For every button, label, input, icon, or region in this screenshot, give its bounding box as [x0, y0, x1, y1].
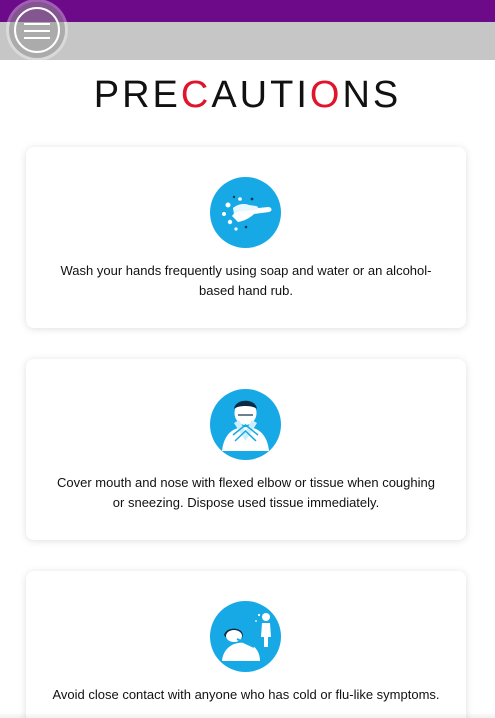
- precaution-card: Cover mouth and nose with flexed elbow o…: [26, 359, 466, 540]
- menu-line: [24, 37, 50, 39]
- title-part-red: C: [180, 74, 212, 116]
- cover-sneeze-icon: [210, 389, 281, 460]
- menu-line: [24, 23, 50, 25]
- precaution-text: Cover mouth and nose with flexed elbow o…: [57, 475, 435, 510]
- hand-washing-icon: [210, 177, 281, 248]
- precautions-page: PRECAUTIONS Wash your hands frequently u…: [0, 0, 495, 718]
- avoid-contact-icon: [210, 601, 281, 672]
- menu-button[interactable]: [9, 2, 65, 58]
- sub-bar: [0, 22, 495, 60]
- menu-line: [24, 30, 50, 32]
- precaution-text: Avoid close contact with anyone who has …: [52, 687, 440, 702]
- precaution-text: Wash your hands frequently using soap an…: [60, 263, 432, 298]
- precaution-card: Wash your hands frequently using soap an…: [26, 147, 466, 328]
- precaution-card: Avoid close contact with anyone who has …: [26, 571, 466, 718]
- title-part-red: O: [309, 74, 343, 116]
- title-part: NS: [342, 74, 402, 116]
- top-bar: [0, 0, 495, 22]
- page-title: PRECAUTIONS: [0, 74, 495, 117]
- bottom-edge: [0, 712, 495, 718]
- title-part: AUTI: [211, 74, 310, 116]
- title-part: PRE: [93, 74, 181, 116]
